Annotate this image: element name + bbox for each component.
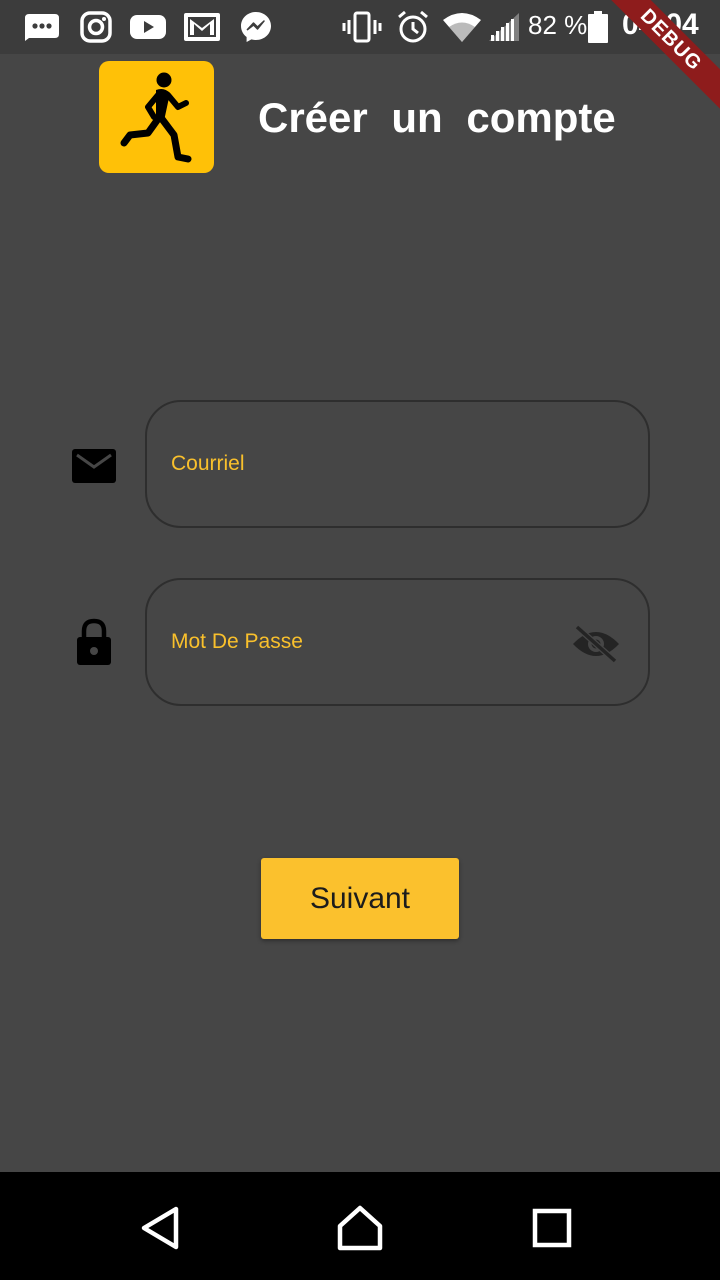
app-logo: [99, 61, 214, 173]
back-icon[interactable]: [132, 1200, 188, 1256]
navigation-bar: [0, 1172, 720, 1280]
lock-icon: [70, 618, 118, 666]
youtube-icon: [128, 9, 168, 45]
email-input[interactable]: [171, 402, 571, 526]
signal-icon: [484, 9, 524, 45]
messenger-icon: [236, 9, 276, 45]
password-field[interactable]: [145, 578, 650, 706]
instagram-icon: [76, 9, 116, 45]
home-icon[interactable]: [332, 1200, 388, 1256]
next-button[interactable]: Suivant: [261, 858, 459, 939]
wifi-icon: [442, 9, 482, 45]
password-input[interactable]: [171, 580, 571, 704]
email-field[interactable]: [145, 400, 650, 528]
messages-icon: [22, 9, 62, 45]
alarm-icon: [393, 9, 433, 45]
status-time: 04:04: [622, 8, 699, 41]
page-title: Créer un compte: [258, 94, 616, 141]
visibility-off-icon[interactable]: [570, 622, 622, 666]
battery-percentage: 82 %: [528, 10, 588, 40]
running-man-logo: [120, 72, 191, 163]
battery-icon: [583, 9, 613, 45]
mail-icon: [70, 442, 118, 490]
vibrate-icon: [342, 9, 382, 45]
gmail-icon: [182, 9, 222, 45]
recents-icon[interactable]: [524, 1200, 580, 1256]
status-bar: 82 % 04:04: [0, 0, 720, 54]
